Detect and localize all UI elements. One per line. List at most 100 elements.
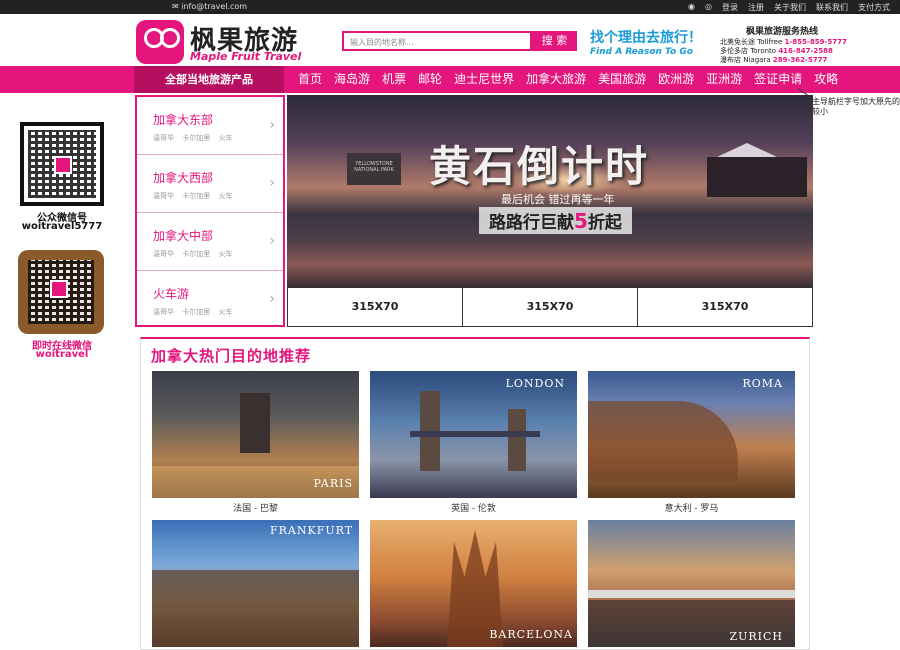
city-label: ROMA — [742, 377, 783, 390]
destination-card[interactable]: PARIS — [152, 371, 359, 498]
payment-link[interactable]: 支付方式 — [858, 2, 890, 13]
nav-item-usa[interactable]: 美国旅游 — [592, 66, 652, 93]
qr-logo-icon — [54, 156, 72, 174]
nav-item-home[interactable]: 首页 — [292, 66, 328, 93]
hotline-row: 瀑布店 Niagara 289-362-5777 — [720, 55, 827, 65]
destination-card[interactable]: LONDON — [370, 371, 577, 498]
hotline-title: 枫果旅游服务热线 — [746, 27, 819, 37]
slogan-en: Find A Reason To Go — [590, 47, 693, 57]
destination-card[interactable]: FRANKFURT — [152, 520, 359, 647]
city-label: PARIS — [313, 477, 353, 490]
ad-slot[interactable]: 315X70 — [638, 288, 812, 326]
email-text: info@travel.com — [181, 2, 248, 11]
ad-slots: 315X70 315X70 315X70 — [287, 287, 813, 327]
timbered-houses-image — [152, 570, 359, 647]
section-title: 加拿大热门目的地推荐 — [151, 347, 312, 365]
bridge-tower-image — [508, 409, 526, 471]
category-item[interactable]: 加拿大东部 温哥华 卡尔加里 火车 › — [137, 97, 283, 155]
banner-promo: 路路行巨献5折起 — [479, 207, 632, 234]
site-logo[interactable]: 枫果旅游 Maple Fruit Travel — [136, 20, 306, 64]
nav-item-europe[interactable]: 欧洲游 — [652, 66, 700, 93]
banner-headline: 黄石倒计时 — [429, 142, 650, 191]
qr2-id: woitravel — [35, 349, 89, 360]
nav-item-canada[interactable]: 加拿大旅游 — [520, 66, 592, 93]
wechat-chat-qr — [18, 250, 104, 334]
category-title: 加拿大中部 — [153, 229, 214, 243]
about-link[interactable]: 关于我们 — [774, 2, 806, 13]
nav-item-disney[interactable]: 迪士尼世界 — [448, 66, 520, 93]
category-sub: 温哥华 卡尔加里 火车 — [153, 134, 233, 142]
chevron-right-icon: › — [269, 291, 275, 307]
chevron-right-icon: › — [269, 175, 275, 191]
city-label: LONDON — [505, 377, 565, 390]
ad-slot[interactable]: 315X70 — [463, 288, 638, 326]
card-caption: 英国 - 伦敦 — [451, 504, 496, 514]
logo-mark-icon — [136, 20, 184, 64]
category-sub: 温哥华 卡尔加里 火车 — [153, 192, 233, 200]
logo-en: Maple Fruit Travel — [190, 50, 302, 63]
hotline-number: 289-362-5777 — [772, 56, 828, 64]
category-title: 加拿大东部 — [153, 113, 214, 127]
category-item[interactable]: 加拿大中部 温哥华 卡尔加里 火车 › — [137, 213, 283, 271]
lodge-image — [707, 143, 807, 197]
card-caption: 意大利 - 罗马 — [664, 504, 719, 514]
all-categories-button[interactable]: 全部当地旅游产品 — [134, 66, 284, 93]
search-input[interactable]: 输入目的地名称... — [342, 31, 532, 51]
chevron-right-icon: › — [269, 117, 275, 133]
email-contact[interactable]: ✉ info@travel.com — [172, 2, 247, 11]
nav-item-flights[interactable]: 机票 — [376, 66, 412, 93]
hotline-number: 416-847-2588 — [778, 47, 833, 55]
qr1-id: woitravel5777 — [21, 221, 103, 232]
colosseum-image — [588, 401, 738, 481]
nav-item-asia[interactable]: 亚洲游 — [700, 66, 748, 93]
train-image — [588, 590, 795, 598]
category-item[interactable]: 火车游 温哥华 卡尔加里 火车 › — [137, 271, 283, 329]
category-sub: 温哥华 卡尔加里 火车 — [153, 308, 233, 316]
promo-number: 5 — [574, 209, 588, 233]
nav-items: 首页 海岛游 机票 邮轮 迪士尼世界 加拿大旅游 美国旅游 欧洲游 亚洲游 签证… — [292, 66, 844, 93]
weibo-icon[interactable]: ◎ — [705, 2, 712, 13]
category-panel: 加拿大东部 温哥华 卡尔加里 火车 › 加拿大西部 温哥华 卡尔加里 火车 › … — [135, 95, 285, 327]
contact-link[interactable]: 联系我们 — [816, 2, 848, 13]
qr-logo-icon — [50, 280, 68, 298]
promo-suffix: 折起 — [587, 213, 622, 233]
ad-slot[interactable]: 315X70 — [288, 288, 463, 326]
slogan: 找个理由去旅行！ Find A Reason To Go — [590, 27, 702, 57]
category-item[interactable]: 加拿大西部 温哥华 卡尔加里 火车 › — [137, 155, 283, 213]
hotline-label: 北美免长途 Tollfree — [720, 38, 783, 46]
destination-card[interactable]: ZURICH — [588, 520, 795, 647]
top-bar: ✉ info@travel.com ◉ ◎ 登录 注册 关于我们 联系我们 支付… — [0, 0, 900, 14]
recommendations-section: 加拿大热门目的地推荐 PARIS 法国 - 巴黎 LONDON 英国 - 伦敦 … — [140, 337, 810, 650]
destination-card[interactable]: ROMA — [588, 371, 795, 498]
hero-banner[interactable]: YELLOWSTONE NATIONAL PARK 黄石倒计时 最后机会 错过再… — [287, 95, 813, 287]
category-sub: 温哥华 卡尔加里 火车 — [153, 250, 233, 258]
main-nav: 全部当地旅游产品 首页 海岛游 机票 邮轮 迪士尼世界 加拿大旅游 美国旅游 欧… — [0, 66, 900, 93]
slogan-cn: 找个理由去旅行！ — [590, 30, 702, 46]
design-annotation: 主导航栏字号加大原先的较小 — [812, 97, 900, 116]
hotline-number: 1-855-859-5777 — [784, 38, 847, 46]
wechat-public-qr — [20, 122, 104, 206]
search-button[interactable]: 搜 索 — [532, 31, 577, 51]
arc-de-triomphe-image — [240, 393, 270, 453]
category-title: 火车游 — [153, 287, 190, 301]
nav-item-guides[interactable]: 攻略 — [808, 66, 844, 93]
bridge-deck-image — [410, 431, 540, 437]
card-caption: 法国 - 巴黎 — [233, 504, 278, 514]
city-label: FRANKFURT — [270, 524, 354, 537]
wechat-icon[interactable]: ◉ — [688, 2, 695, 13]
hotline-label: 多伦多店 Toronto — [720, 47, 777, 55]
chevron-right-icon: › — [269, 233, 275, 249]
yellowstone-sign: YELLOWSTONE NATIONAL PARK — [347, 153, 401, 185]
login-link[interactable]: 登录 — [722, 2, 738, 13]
category-title: 加拿大西部 — [153, 171, 214, 185]
hotline-label: 瀑布店 Niagara — [720, 56, 771, 64]
city-label: BARCELONA — [489, 628, 573, 641]
top-links: ◉ ◎ 登录 注册 关于我们 联系我们 支付方式 — [688, 2, 890, 13]
nav-item-cruise[interactable]: 邮轮 — [412, 66, 448, 93]
city-label: ZURICH — [729, 630, 783, 643]
destination-card[interactable]: BARCELONA — [370, 520, 577, 647]
promo-prefix: 路路行巨献 — [489, 213, 574, 233]
nav-item-island[interactable]: 海岛游 — [328, 66, 376, 93]
banner-subline: 最后机会 错过再等一年 — [501, 193, 615, 206]
register-link[interactable]: 注册 — [748, 2, 764, 13]
